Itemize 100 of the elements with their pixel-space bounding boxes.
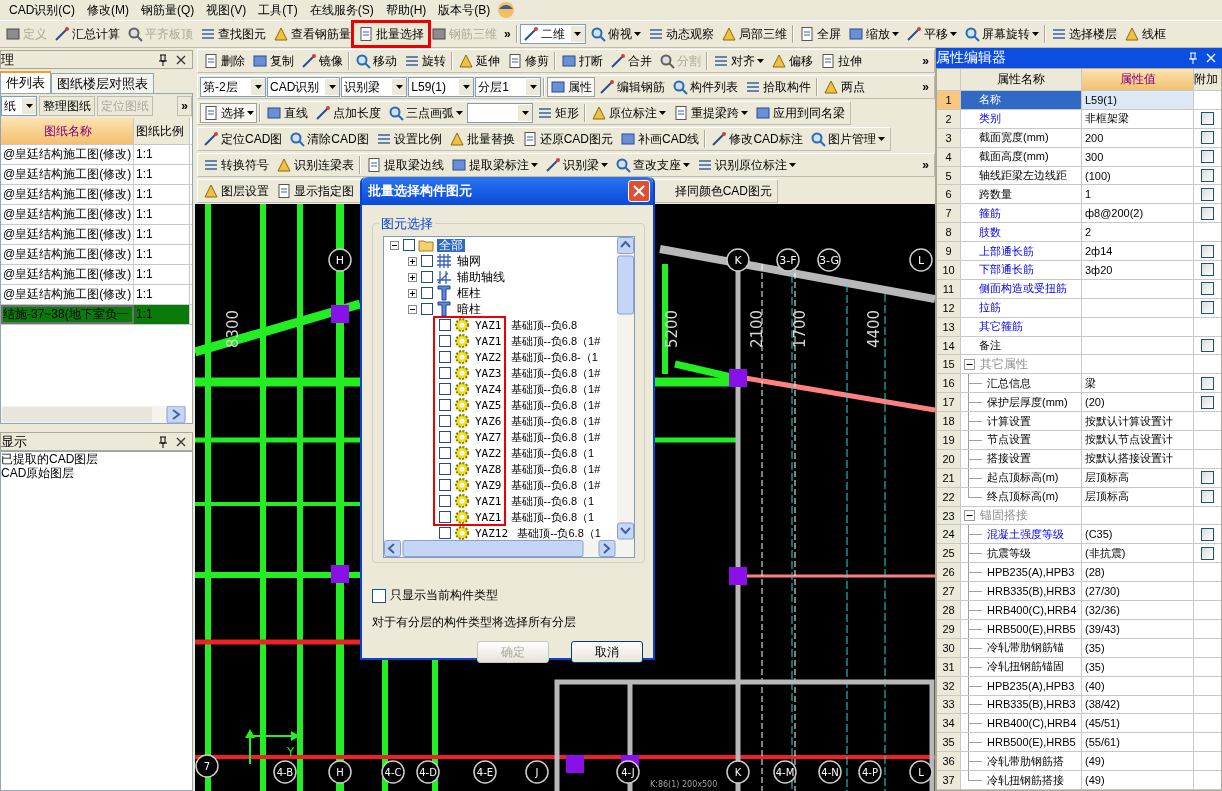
table-cell[interactable]: 1:1 (134, 185, 190, 204)
toolbar-button[interactable]: 定位CAD图 (200, 129, 286, 149)
checkbox[interactable] (1201, 150, 1214, 164)
toolbar-button[interactable]: 修改CAD标注 (708, 129, 806, 149)
tree-item[interactable]: YAZ6 (473, 414, 502, 428)
checkbox[interactable] (439, 335, 451, 347)
table-cell[interactable]: @皇廷结构施工图(修改) (1, 265, 134, 284)
more-button[interactable]: » (919, 51, 932, 71)
checkbox[interactable] (403, 239, 415, 251)
dialog-button[interactable]: 取消 (571, 641, 643, 663)
more-button[interactable]: » (919, 77, 932, 97)
toolbar-button[interactable]: 删除 (200, 51, 248, 71)
checkbox[interactable] (1201, 339, 1214, 352)
toolbar-button[interactable]: 俯视 (586, 24, 644, 44)
dropdown-field[interactable] (467, 103, 533, 123)
table-cell[interactable]: 1:1 (134, 205, 190, 224)
toolbar-button[interactable]: 全屏 (795, 24, 844, 44)
toolbar-button[interactable]: 重提梁跨 (670, 103, 751, 123)
dropdown-field[interactable]: 二维 (519, 24, 586, 44)
table-cell[interactable]: 结施-37~38(地下室负一 (1, 305, 134, 324)
toolbar-button[interactable]: 局部三维 (717, 24, 790, 44)
toolbar-button[interactable]: 属性 (547, 77, 596, 97)
toolbar-button[interactable]: 查看钢筋量 (270, 24, 354, 44)
checkbox[interactable] (439, 383, 451, 395)
toolbar-button[interactable]: 构件列表 (669, 77, 742, 97)
toolbar-button[interactable]: 提取梁边线 (363, 155, 447, 175)
column-header[interactable]: 图纸比例 (134, 118, 190, 144)
dropdown-field[interactable]: 分层1 (475, 77, 542, 97)
tree-item[interactable]: 全部 (437, 238, 465, 252)
column-header[interactable]: 属性名称 (961, 69, 1082, 91)
table-cell[interactable]: 1:1 (134, 225, 190, 244)
checkbox[interactable] (421, 271, 433, 283)
toolbar-button[interactable]: 两点 (820, 77, 869, 97)
table-cell[interactable]: @皇廷结构施工图(修改) (1, 225, 134, 244)
tree-item[interactable]: YAZ1 (473, 510, 502, 524)
toolbar-button[interactable]: 转换符号 (200, 155, 272, 175)
toolbar-button[interactable]: 编辑钢筋 (596, 77, 669, 97)
checkbox[interactable] (439, 511, 451, 523)
tree-item[interactable]: YAZ2 (473, 350, 502, 364)
checkbox[interactable] (1201, 169, 1214, 182)
checkbox[interactable] (1201, 546, 1214, 560)
checkbox[interactable] (421, 287, 433, 299)
toolbar-button[interactable]: 图片管理 (806, 129, 888, 149)
menu-item[interactable]: 帮助(H) (380, 0, 432, 20)
checkbox[interactable] (1201, 244, 1214, 258)
menu-item[interactable]: 工具(T) (253, 0, 303, 20)
toolbar-button[interactable]: 矩形 (534, 103, 582, 123)
list-item[interactable]: CAD原始图层 (1, 466, 192, 480)
toolbar-button[interactable]: 偏移 (768, 51, 816, 71)
table-cell[interactable]: @皇廷结构施工图(修改) (1, 285, 134, 304)
toolbar-button[interactable]: 缩放 (844, 24, 902, 44)
toolbar-button[interactable]: 识别连梁表 (273, 155, 357, 175)
toolbar-button[interactable]: 合并 (607, 51, 655, 71)
more-button[interactable]: » (501, 24, 514, 44)
toolbar-button[interactable]: 批量替换 (445, 129, 518, 149)
toolbar-button[interactable]: 旋转 (401, 51, 449, 71)
checkbox[interactable] (1201, 282, 1214, 296)
toolbar-button[interactable]: 修剪 (504, 51, 552, 71)
tree-item[interactable]: YAZ8 (473, 462, 502, 476)
toolbar-button[interactable]: 动态观察 (644, 24, 717, 44)
table-cell[interactable]: @皇廷结构施工图(修改) (1, 165, 134, 184)
checkbox[interactable] (1201, 376, 1214, 390)
checkbox[interactable] (439, 527, 451, 539)
toolbar-button[interactable]: 设置比例 (372, 129, 445, 149)
toolbar-button[interactable]: 拾取构件 (742, 77, 815, 97)
table-cell[interactable]: 1:1 (134, 245, 190, 264)
toolbar-button[interactable]: 识别梁 (542, 155, 611, 175)
table-cell[interactable]: 1:1 (134, 165, 190, 184)
more-button[interactable]: » (177, 96, 192, 116)
toolbar-button[interactable]: 选择楼层 (1047, 24, 1120, 44)
checkbox[interactable] (1201, 527, 1214, 541)
toolbar-button[interactable]: 点加长度 (312, 103, 384, 123)
column-header[interactable]: 图纸名称 (1, 118, 134, 144)
toolbar-button[interactable]: 应用到同名梁 (752, 103, 848, 123)
checkbox[interactable] (439, 399, 451, 411)
toolbar-button[interactable]: 平移 (902, 24, 960, 44)
table-cell[interactable]: 1:1 (134, 265, 190, 284)
checkbox[interactable] (1201, 395, 1214, 409)
toolbar-button[interactable]: 提取梁标注 (448, 155, 541, 175)
checkbox-label[interactable]: 只显示当前构件类型 (390, 587, 498, 604)
checkbox[interactable] (1201, 131, 1214, 145)
menu-item[interactable]: 在线服务(S) (304, 0, 379, 20)
toolbar-button[interactable]: 直线 (263, 103, 311, 123)
tab[interactable]: 件列表 (0, 71, 51, 93)
tree-item[interactable]: YAZ2 (473, 446, 502, 460)
checkbox[interactable] (439, 431, 451, 443)
table-cell[interactable]: @皇廷结构施工图(修改) (1, 205, 134, 224)
toolbar-button[interactable]: 线框 (1120, 24, 1169, 44)
column-header[interactable]: 附加 (1194, 69, 1221, 91)
checkbox[interactable] (1201, 263, 1214, 277)
tree-item[interactable]: YAZ4 (473, 382, 502, 396)
table-cell[interactable]: @皇廷结构施工图(修改) (1, 245, 134, 264)
close-button[interactable] (628, 180, 650, 202)
checkbox[interactable] (421, 255, 433, 267)
toolbar-button[interactable]: 查改支座 (612, 155, 693, 175)
menu-item[interactable]: CAD识别(C) (4, 0, 80, 20)
toolbar-button[interactable]: 显示指定图 (273, 181, 357, 201)
toolbar-button[interactable]: 图层设置 (200, 181, 272, 201)
toolbar-button[interactable]: 镜像 (298, 51, 346, 71)
menu-item[interactable]: 视图(V) (201, 0, 252, 20)
